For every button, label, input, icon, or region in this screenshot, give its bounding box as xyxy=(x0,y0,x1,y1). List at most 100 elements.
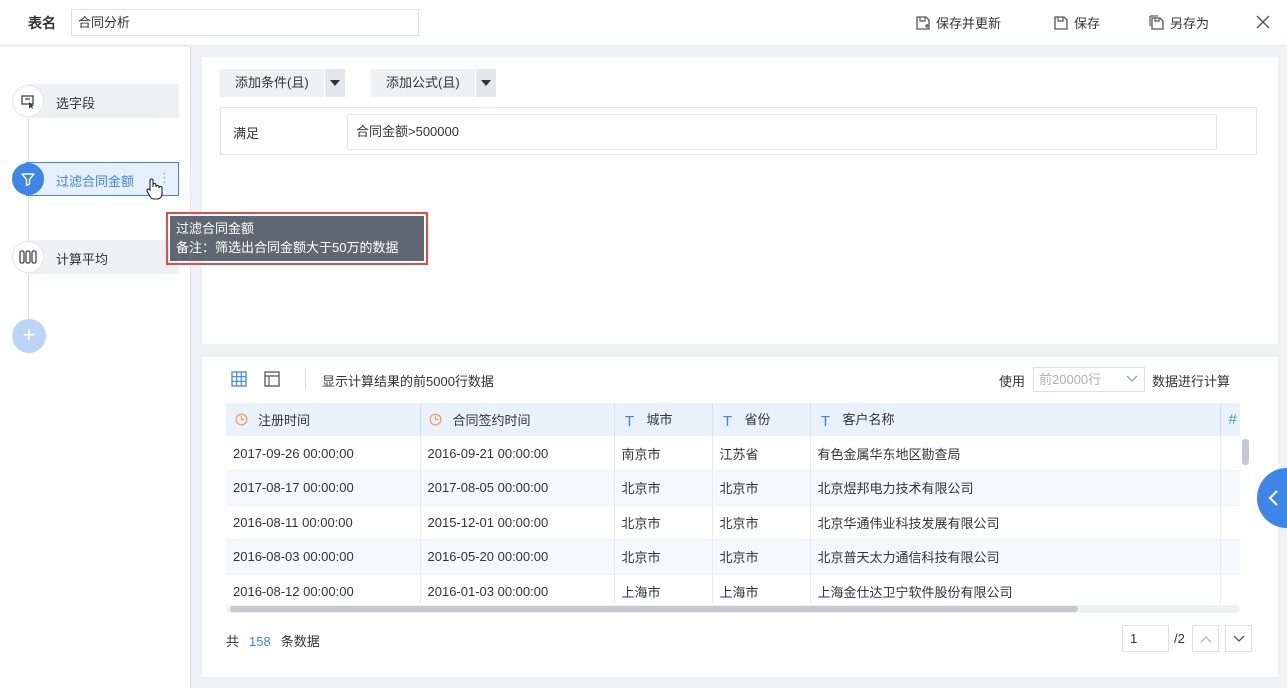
result-panel: 显示计算结果的前5000行数据 使用 前20000行 数据进行计算 注册时间 合… xyxy=(202,357,1278,677)
table-cell: 北京煜邦电力技术有限公司 xyxy=(810,470,1221,506)
add-step-button[interactable]: + xyxy=(12,319,46,353)
table-cell: 2017-08-17 00:00:00 xyxy=(226,470,421,506)
more-options-icon[interactable]: ⋮ xyxy=(158,171,171,185)
number-type-icon: # xyxy=(1228,411,1237,428)
column-header-label: 城市 xyxy=(646,412,673,428)
step-tooltip: 过滤合同金额 备注：筛选出合同金额大于50万的数据 xyxy=(166,212,428,265)
column-header-label: 注册时间 xyxy=(258,412,311,428)
clock-icon xyxy=(429,413,443,429)
column-header[interactable]: 合同签约时间 xyxy=(420,403,615,436)
calc-label: 数据进行计算 xyxy=(1152,374,1231,389)
step-label: 选字段 xyxy=(56,96,96,111)
page-number-input[interactable]: 1 xyxy=(1122,625,1169,652)
table-row[interactable]: 2016-08-11 00:00:00 2015-12-01 00:00:00 … xyxy=(226,505,1240,540)
save-and-update-button[interactable]: 保存并更新 xyxy=(915,13,1001,32)
column-header[interactable]: T 省份 xyxy=(712,403,811,436)
table-cell xyxy=(1220,574,1240,603)
condition-box: 满足 合同金额>500000 xyxy=(220,107,1257,155)
step-label: 过滤合同金额 xyxy=(56,174,135,189)
table-cell: 2016-08-11 00:00:00 xyxy=(226,505,421,540)
table-cell: 北京市 xyxy=(614,539,713,575)
step-calc-average[interactable]: 计算平均 xyxy=(12,240,179,274)
step-label: 计算平均 xyxy=(56,252,109,267)
column-header[interactable]: T 城市 xyxy=(614,403,713,436)
table-cell xyxy=(1220,505,1240,540)
text-type-icon: T xyxy=(820,412,831,430)
table-cell: 江苏省 xyxy=(712,436,811,471)
table-cell: 2016-05-20 00:00:00 xyxy=(420,539,615,575)
total-count-number: 158 xyxy=(249,634,271,649)
column-header[interactable]: # xyxy=(1220,403,1240,436)
text-type-icon: T xyxy=(722,412,733,430)
table-cell: 2016-01-03 00:00:00 xyxy=(420,574,615,603)
save-button[interactable]: 保存 xyxy=(1053,13,1100,32)
chevron-left-icon xyxy=(1268,490,1278,506)
save-label: 保存 xyxy=(1074,16,1101,31)
step-pill xyxy=(26,84,179,118)
close-icon[interactable] xyxy=(1255,14,1271,30)
total-count: 共 158 条数据 xyxy=(226,631,320,650)
add-formula-button[interactable]: 添加公式(且) xyxy=(371,69,496,97)
filter-icon xyxy=(12,163,44,195)
step-sidebar: 选字段 过滤合同金额 ⋮ 计算平均 + xyxy=(0,47,191,688)
filter-panel: 添加条件(且) 添加公式(且) 满足 合同金额>500000 xyxy=(202,57,1278,344)
plus-icon: + xyxy=(22,322,36,347)
table-cell xyxy=(1220,539,1240,575)
table-cell: 南京市 xyxy=(614,436,713,471)
total-suffix: 条数据 xyxy=(280,634,320,649)
table-cell: 2016-09-21 00:00:00 xyxy=(420,436,615,471)
column-header[interactable]: T 客户名称 xyxy=(810,403,1221,436)
table-cell: 有色金属华东地区勘查局 xyxy=(810,436,1221,471)
table-cell: 2017-08-05 00:00:00 xyxy=(420,470,615,506)
use-label: 使用 xyxy=(999,374,1026,389)
chevron-up-icon xyxy=(1200,635,1211,642)
vertical-scrollbar[interactable] xyxy=(1242,439,1249,465)
save-as-label: 另存为 xyxy=(1170,16,1210,31)
add-condition-button[interactable]: 添加条件(且) xyxy=(220,69,345,97)
table-cell: 上海市 xyxy=(712,574,811,603)
column-header-label: 省份 xyxy=(744,412,771,428)
horizontal-scrollbar[interactable] xyxy=(230,606,1078,612)
table-header-row: 注册时间 合同签约时间 T 城市 T 省份 T 客户名称 # xyxy=(226,403,1240,436)
save-icon xyxy=(1054,15,1068,30)
table-row[interactable]: 2017-08-17 00:00:00 2017-08-05 00:00:00 … xyxy=(226,470,1240,506)
caret-down-icon[interactable] xyxy=(475,69,496,97)
toolbar-divider xyxy=(305,369,306,389)
table-cell: 北京普天太力通信科技有限公司 xyxy=(810,539,1221,575)
grid-view-icon[interactable] xyxy=(231,371,247,387)
table-layout-icon[interactable] xyxy=(264,371,280,387)
prev-page-button[interactable] xyxy=(1192,625,1219,652)
table-cell: 北京市 xyxy=(712,539,811,575)
tooltip-note: 备注：筛选出合同金额大于50万的数据 xyxy=(176,240,399,255)
table-name-input[interactable]: 合同分析 xyxy=(71,9,419,36)
add-formula-label: 添加公式(且) xyxy=(371,69,475,97)
table-name-label: 表名 xyxy=(28,15,56,31)
step-select-field[interactable]: 选字段 xyxy=(12,84,179,118)
table-cell: 北京市 xyxy=(614,470,713,506)
table-cell: 北京华通伟业科技发展有限公司 xyxy=(810,505,1221,540)
next-page-button[interactable] xyxy=(1225,625,1252,652)
save-as-button[interactable]: 另存为 xyxy=(1149,13,1209,32)
table-cell xyxy=(1220,470,1240,506)
text-type-icon: T xyxy=(624,412,635,430)
table-cell: 2016-08-12 00:00:00 xyxy=(226,574,421,603)
table-cell: 上海金仕达卫宁软件股份有限公司 xyxy=(810,574,1221,603)
tooltip-content: 过滤合同金额 备注：筛选出合同金额大于50万的数据 xyxy=(170,216,424,261)
clock-icon xyxy=(234,413,248,429)
table-row[interactable]: 2016-08-12 00:00:00 2016-01-03 00:00:00 … xyxy=(226,574,1240,603)
row-limit-select[interactable]: 前20000行 xyxy=(1033,367,1145,392)
table-row[interactable]: 2017-09-26 00:00:00 2016-09-21 00:00:00 … xyxy=(226,436,1240,471)
save-as-icon xyxy=(1149,14,1164,30)
caret-down-icon[interactable] xyxy=(324,69,345,97)
total-prefix: 共 xyxy=(226,634,240,649)
table-row[interactable]: 2016-08-03 00:00:00 2016-05-20 00:00:00 … xyxy=(226,539,1240,575)
step-connector-line xyxy=(28,115,29,335)
data-table: 注册时间 合同签约时间 T 城市 T 省份 T 客户名称 # 2017-09-26 0… xyxy=(226,403,1240,603)
chevron-down-icon xyxy=(1126,375,1138,382)
table-cell: 北京市 xyxy=(712,470,811,506)
top-bar: 表名 合同分析 保存并更新 保存 另存为 xyxy=(0,0,1287,46)
condition-formula-field[interactable]: 合同金额>500000 xyxy=(347,114,1217,150)
column-header[interactable]: 注册时间 xyxy=(226,403,421,436)
page-total: /2 xyxy=(1174,631,1185,646)
column-header-label: 合同签约时间 xyxy=(452,412,531,428)
